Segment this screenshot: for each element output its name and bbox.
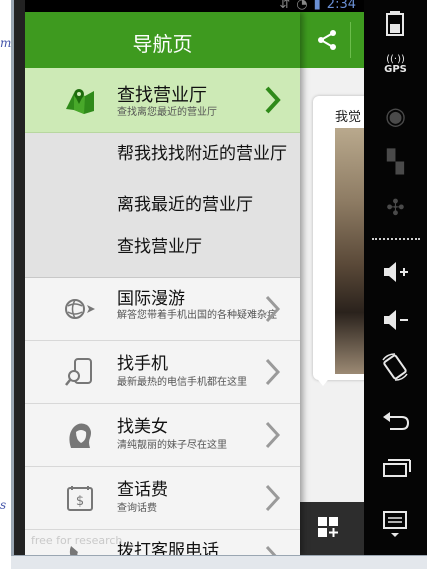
card-tail <box>315 376 331 386</box>
nav-item-check-bill[interactable]: $ 查话费 查询话费 <box>25 467 300 530</box>
drawer-header: 导航页 <box>25 12 300 69</box>
watermark: free for research <box>31 534 123 547</box>
sub-menu-item[interactable]: 查找营业厅 <box>117 236 297 259</box>
controls-divider <box>372 238 420 240</box>
gps-label: GPS <box>384 64 407 75</box>
chevron-right-icon <box>265 421 281 449</box>
card-photo <box>335 128 364 374</box>
nav-item-find-store[interactable]: 查找营业厅 查找离您最近的营业厅 <box>25 68 300 133</box>
video-icon[interactable]: ▚ <box>364 150 427 175</box>
nav-item-title: 找美女 <box>117 417 168 437</box>
window-bottom-border <box>11 555 427 569</box>
grid-add-icon[interactable] <box>317 516 339 538</box>
status-bar: ⇵ ◔ ▮ 2:34 <box>25 0 364 12</box>
nav-item-title: 找手机 <box>117 354 168 374</box>
phone-screen: ⇵ ◔ ▮ 2:34 我觉 导航页 查找营业厅 查找离您最近的营业厅 帮我找找附… <box>25 0 364 555</box>
phone-bezel <box>14 0 25 555</box>
usb-icon: ⇵ <box>279 0 291 12</box>
emulator-controls: ((·)) GPS ◉ ▚ ✣ <box>364 0 427 555</box>
menu-icon[interactable] <box>364 508 427 538</box>
nav-item-find-phone[interactable]: 找手机 最新最热的电信手机都在这里 <box>25 341 300 404</box>
nav-item-title: 国际漫游 <box>117 289 185 309</box>
status-icons: ⇵ ◔ ▮ 2:34 <box>279 0 356 12</box>
sub-menu-item[interactable]: 离我最近的营业厅 <box>117 194 297 217</box>
bill-icon: $ <box>67 486 93 511</box>
camera-icon[interactable]: ◉ <box>364 102 427 130</box>
globe-plane-icon <box>65 299 95 319</box>
home-icon[interactable] <box>364 456 427 482</box>
volume-down-icon[interactable] <box>364 306 427 334</box>
share-icon[interactable] <box>315 28 339 52</box>
desktop-text-fragment: s <box>0 498 7 512</box>
nav-item-find-girl[interactable]: 找美女 清纯靓丽的妹子尽在这里 <box>25 404 300 467</box>
wifi-icon: ◔ <box>296 0 308 12</box>
chevron-right-icon <box>265 358 281 386</box>
volume-up-icon[interactable] <box>364 258 427 286</box>
sub-menu-item[interactable]: 帮我找找附近的营业厅 <box>117 143 297 166</box>
chevron-right-icon <box>265 545 277 555</box>
navigation-drawer: 导航页 查找营业厅 查找离您最近的营业厅 帮我找找附近的营业厅 离我最近的营业厅… <box>25 12 300 555</box>
gps-icon[interactable]: ((·)) GPS <box>364 55 427 76</box>
desktop-text-fragment: m <box>0 36 12 50</box>
svg-text:$: $ <box>76 494 84 509</box>
nav-item-title: 拨打客服电话 <box>117 541 219 555</box>
phone-search-icon <box>65 358 92 386</box>
back-icon[interactable] <box>364 408 427 434</box>
drawer-title: 导航页 <box>132 32 193 56</box>
battery-icon[interactable] <box>364 10 427 36</box>
header-divider <box>350 22 351 58</box>
rotate-icon[interactable] <box>364 352 427 382</box>
woman-head-icon <box>69 423 91 448</box>
sub-menu: 帮我找找附近的营业厅 离我最近的营业厅 查找营业厅 <box>25 133 300 278</box>
nav-item-roaming[interactable]: 国际漫游 解答您带着手机出国的各种疑难杂症 <box>25 278 300 341</box>
clock: 2:34 <box>326 0 356 12</box>
dpad-icon[interactable]: ✣ <box>364 196 427 221</box>
chevron-right-icon <box>265 295 281 323</box>
chevron-right-icon <box>265 484 281 512</box>
map-pin-icon <box>66 89 94 114</box>
chevron-right-icon <box>265 86 281 114</box>
signal-icon: ▮ <box>313 0 321 12</box>
nav-item-title: 查找营业厅 <box>117 85 207 106</box>
card-text: 我觉 <box>335 110 362 125</box>
nav-item-title: 查话费 <box>117 480 168 500</box>
